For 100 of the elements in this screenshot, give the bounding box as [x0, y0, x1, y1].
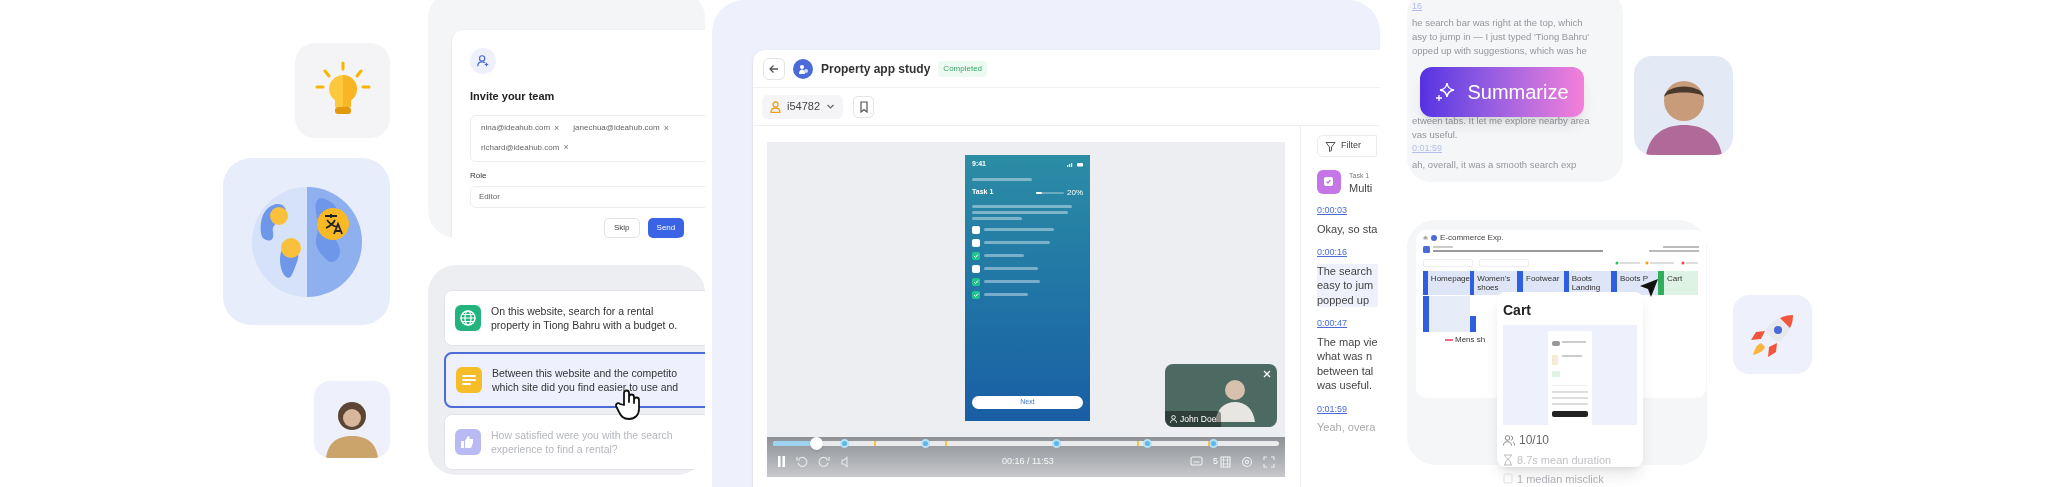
dialog-title: Invite your team: [470, 89, 556, 104]
question-item[interactable]: On this website, search for a rental property in Tiong Bahru with a budget o.: [444, 290, 705, 346]
flow-bar: [1658, 271, 1664, 295]
back-arrow-icon: [768, 62, 780, 75]
filter-button[interactable]: Filter: [1317, 135, 1377, 157]
bookmark-icon: [858, 100, 869, 113]
duration-text: 8.7s mean duration: [1517, 453, 1612, 468]
flow-bar: [1470, 271, 1475, 295]
skip-button[interactable]: Skip: [604, 217, 640, 238]
timestamp-link[interactable]: 0:00:47: [1317, 317, 1378, 331]
question-text: Between this website and the competito which site did you find easier to use and: [492, 366, 679, 394]
add-user-icon: [476, 54, 490, 68]
transcript-text: Okay, so sta: [1317, 221, 1378, 236]
progress-label: 20%: [1067, 186, 1083, 199]
role-field[interactable]: Editor: [470, 185, 705, 208]
send-button[interactable]: Send: [647, 217, 685, 238]
participant-dropdown[interactable]: i54782: [762, 94, 844, 119]
globe-icon: [459, 309, 477, 327]
node-label: Boots P: [1619, 273, 1648, 285]
transcript-text: The search easy to jum popped up: [1317, 263, 1378, 307]
back-button[interactable]: [763, 57, 785, 80]
pointer-cursor-icon: [1638, 277, 1660, 299]
node-label: Boots Landing: [1570, 273, 1602, 294]
transcript-text: The map vie what was n between tal was useful.: [1317, 334, 1378, 393]
signal-battery-icon: [1067, 161, 1083, 167]
email-address: janechua@ideahub.com: [573, 122, 660, 135]
chevron-down-icon: [826, 102, 836, 111]
rewind-icon[interactable]: [796, 455, 808, 468]
settings-icon[interactable]: [1241, 455, 1253, 468]
timeline-tick: [1208, 441, 1211, 446]
node-label: Cart: [1666, 273, 1683, 285]
misclick-text: 1 median misclick: [1517, 471, 1604, 487]
timestamp-link[interactable]: 0:01:59: [1317, 402, 1378, 416]
node-label: Mens sh: [1455, 334, 1486, 346]
timeline-marker: [839, 439, 849, 448]
filter-icon: [1325, 140, 1336, 152]
timeline-tick: [874, 441, 877, 446]
checkbox[interactable]: [972, 264, 980, 273]
timeline-tick: [1137, 441, 1140, 446]
transcript-text: ah, overall, it was a smooth search exp: [1412, 158, 1578, 172]
film-icon: [1220, 455, 1231, 468]
pause-icon[interactable]: [777, 456, 786, 467]
user-icon: [1170, 415, 1177, 423]
participant-name: John Doe: [1180, 412, 1217, 426]
forward-icon[interactable]: [818, 455, 830, 468]
captions-icon[interactable]: [1190, 456, 1203, 467]
status-badge: Completed: [938, 60, 988, 77]
question-text: How satisfied were you with the search experience to find a rental?: [491, 428, 673, 456]
text-placeholder-bar: [984, 280, 1040, 283]
study-title: E-commerce Exp.: [1440, 231, 1504, 244]
user-icon: [770, 100, 781, 113]
node-label: Homepage: [1429, 273, 1470, 285]
remove-button[interactable]: ×: [663, 121, 669, 135]
transcript-text: he search bar was right at the top, which: [1412, 16, 1584, 30]
checkbox-icon: [1323, 176, 1335, 188]
node-label: Footwear: [1525, 273, 1560, 285]
flow-bar: [1564, 271, 1569, 295]
checkbox[interactable]: [972, 225, 980, 234]
timeline-marker: [1052, 439, 1062, 448]
remove-button[interactable]: ×: [554, 121, 560, 135]
email-address: nina@ideahub.com: [481, 122, 551, 135]
checkbox[interactable]: [972, 238, 980, 247]
timeline-handle[interactable]: [810, 437, 823, 450]
study-title: Property app study: [821, 60, 931, 78]
check-icon: [973, 252, 979, 259]
summarize-button[interactable]: Summarize: [1420, 67, 1584, 117]
checkbox[interactable]: [972, 290, 980, 299]
transcript-text: Yeah, overa: [1317, 420, 1377, 435]
remove-button[interactable]: ×: [563, 141, 569, 155]
transcript-text: etween tabs. It let me explore nearby area: [1412, 114, 1591, 128]
response-count: 10/10: [1519, 432, 1550, 449]
checkbox[interactable]: [972, 277, 980, 286]
time-display: 00:16 / 11:53: [1002, 454, 1054, 468]
timeline-marker: [920, 439, 930, 448]
timeline-tick: [945, 441, 948, 446]
transcript-text: opped up with suggestions, which was he: [1412, 44, 1588, 58]
email-address: richard@ideahub.com: [481, 141, 560, 154]
node-label: Women's shoes: [1476, 273, 1512, 294]
close-icon[interactable]: [1263, 370, 1271, 378]
text-placeholder-bar: [984, 228, 1054, 231]
users-icon: [1503, 434, 1515, 446]
question-item[interactable]: Between this website and the competito which site did you find easier to use and: [444, 352, 705, 408]
task-title: Multi: [1349, 182, 1373, 194]
timestamp-link[interactable]: 0:00:16: [1317, 246, 1378, 260]
text-placeholder-bar: [972, 177, 1032, 181]
text-placeholder-bar: [972, 216, 1022, 220]
timeline-marker: [1143, 439, 1153, 448]
hourglass-icon: [1503, 454, 1513, 467]
text-placeholder-bar: [984, 254, 1024, 257]
popup-title: Cart: [1503, 301, 1532, 320]
transcript-text: asy to jump in — I just typed 'Tiong Bahru': [1412, 30, 1590, 44]
text-placeholder-bar: [984, 267, 1038, 270]
timestamp-link[interactable]: 0:00:03: [1317, 204, 1378, 218]
bookmark-button[interactable]: [853, 95, 875, 118]
checkbox[interactable]: [972, 251, 980, 260]
flow-bar: [1470, 316, 1476, 332]
field-label: Role: [470, 169, 488, 182]
email-input-field[interactable]: nina@ideahub.com × janechua@ideahub.com × richard@ideahub.com ×: [470, 114, 705, 162]
fullscreen-icon[interactable]: [1263, 455, 1275, 468]
question-text: On this website, search for a rental property in Tiong Bahru with a budget o.: [491, 304, 678, 332]
